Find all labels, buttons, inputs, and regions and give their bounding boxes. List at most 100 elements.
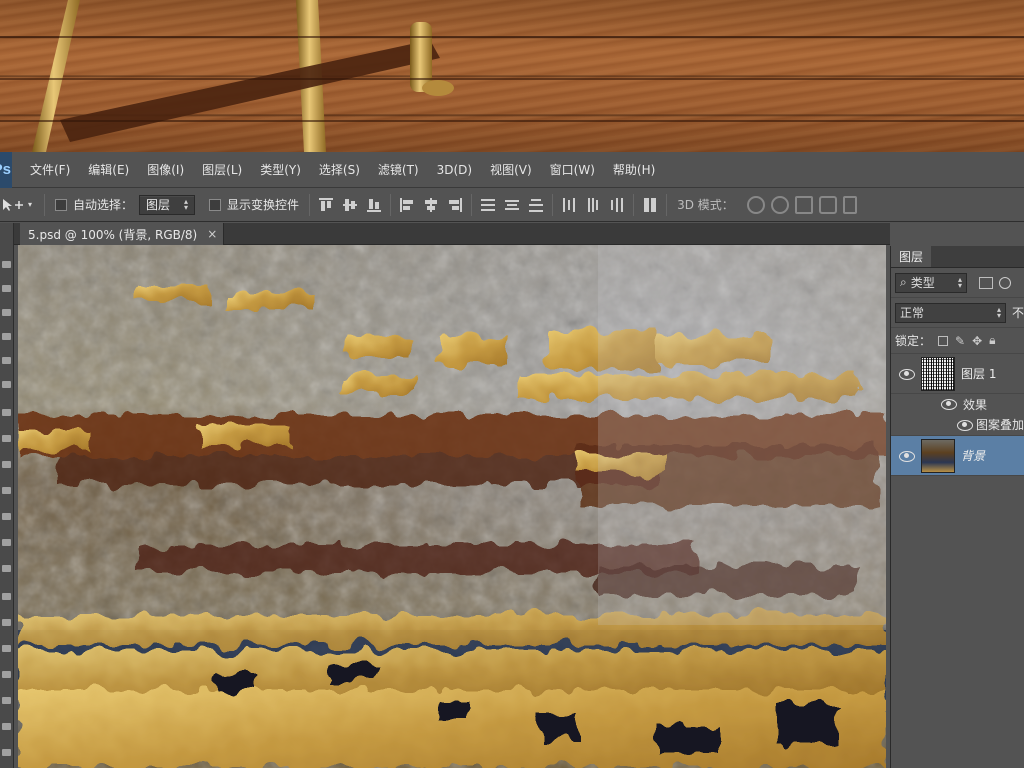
tool-icon[interactable]	[2, 539, 11, 546]
3d-slide-icon[interactable]	[818, 195, 837, 214]
tool-icon[interactable]	[2, 333, 11, 340]
distribute-vcenter-icon[interactable]	[504, 197, 520, 213]
tool-preset-picker[interactable]: ▾	[0, 188, 40, 222]
tool-icon[interactable]	[2, 671, 11, 678]
align-left-icon[interactable]	[399, 197, 415, 213]
3d-rotate-icon[interactable]	[746, 195, 765, 214]
3d-roll-icon[interactable]	[770, 195, 789, 214]
effects-label: 效果	[963, 397, 988, 412]
menu-file[interactable]: 文件(F)	[24, 152, 76, 188]
filter-adjustment-icon[interactable]	[999, 276, 1011, 289]
3d-scale-icon[interactable]	[842, 195, 857, 214]
tool-icon[interactable]	[2, 565, 11, 572]
divider	[666, 193, 668, 216]
lock-label: 锁定：	[895, 334, 932, 348]
ps-logo-icon: Ps	[0, 151, 12, 188]
3d-pan-icon[interactable]	[794, 195, 813, 214]
layer-filter-row: ⌕ 类型 ▴ ▾	[891, 268, 1024, 298]
lock-all-icon[interactable]: 🔒︎	[989, 333, 995, 348]
pattern-overlay-effect-row[interactable]: 图案叠加	[891, 414, 1024, 436]
align-bottom-icon[interactable]	[366, 197, 382, 213]
menu-layer[interactable]: 图层(L)	[196, 152, 248, 188]
menu-filter[interactable]: 滤镜(T)	[372, 152, 425, 188]
layer-thumbnail	[921, 438, 955, 473]
distribute-bottom-icon[interactable]	[528, 197, 544, 213]
stepper-arrows-icon: ▴ ▾	[184, 196, 189, 212]
menu-edit[interactable]: 编辑(E)	[82, 152, 135, 188]
show-transform-label: 显示变换控件	[227, 198, 300, 212]
filter-pixel-icon[interactable]	[979, 276, 993, 289]
lock-position-icon[interactable]: ✥	[972, 334, 982, 348]
divider	[552, 193, 554, 216]
blend-mode-value: 正常	[900, 306, 925, 320]
divider	[44, 193, 45, 216]
tool-icon[interactable]	[2, 381, 11, 388]
stepper-arrows-icon: ▴ ▾	[996, 304, 1001, 320]
align-vcenter-icon[interactable]	[342, 197, 358, 213]
layers-tab[interactable]: 图层	[891, 245, 932, 267]
align-top-icon[interactable]	[318, 197, 334, 213]
divider	[471, 193, 473, 216]
distribute-hcenter-icon[interactable]	[585, 197, 601, 213]
layer-effects-row[interactable]: 效果	[891, 394, 1024, 414]
auto-align-icon[interactable]	[642, 197, 658, 213]
move-tool-icon	[3, 198, 23, 211]
visibility-eye-icon[interactable]	[899, 368, 915, 380]
auto-select-checkbox[interactable]	[55, 198, 67, 211]
menu-type[interactable]: 类型(Y)	[254, 152, 307, 188]
tool-icon[interactable]	[2, 409, 11, 416]
layers-panel: 图层 ⌕ 类型 ▴ ▾ 正常 ▴ ▾ 不 锁定： ✎ ✥ 🔒︎ 图层 1 效果 …	[890, 245, 1024, 768]
layers-panel-header: 图层	[891, 245, 1024, 268]
tool-icon[interactable]	[2, 435, 11, 442]
tool-icon[interactable]	[2, 513, 11, 520]
tool-icon[interactable]	[2, 619, 11, 626]
tool-icon[interactable]	[2, 461, 11, 468]
layer-item[interactable]: 图层 1	[891, 354, 1024, 394]
visibility-eye-icon[interactable]	[957, 419, 973, 431]
menu-window[interactable]: 窗口(W)	[544, 152, 601, 188]
distribute-left-icon[interactable]	[561, 197, 577, 213]
document-canvas[interactable]	[18, 245, 886, 768]
tool-icon[interactable]	[2, 749, 11, 756]
tool-icon[interactable]	[2, 697, 11, 704]
align-hcenter-icon[interactable]	[423, 197, 439, 213]
lock-transparent-icon[interactable]	[938, 335, 949, 346]
divider	[390, 193, 392, 216]
close-icon[interactable]: ×	[207, 227, 217, 241]
document-tab-bar: 5.psd @ 100% (背景, RGB/8) ×	[14, 223, 890, 245]
auto-select-dropdown[interactable]: 图层 ▴ ▾	[139, 194, 196, 215]
tool-icon[interactable]	[2, 723, 11, 730]
divider	[309, 193, 311, 216]
tool-icon[interactable]	[2, 357, 11, 364]
distribute-top-icon[interactable]	[480, 197, 496, 213]
align-right-icon[interactable]	[447, 197, 463, 213]
distribute-right-icon[interactable]	[609, 197, 625, 213]
canvas-artwork	[18, 245, 886, 768]
visibility-eye-icon[interactable]	[899, 450, 915, 462]
visibility-eye-icon[interactable]	[941, 399, 957, 410]
menu-3d[interactable]: 3D(D)	[431, 152, 478, 188]
tool-icon[interactable]	[2, 285, 11, 292]
menu-help[interactable]: 帮助(H)	[607, 152, 661, 188]
blend-mode-dropdown[interactable]: 正常 ▴ ▾	[895, 302, 1006, 323]
tool-icon[interactable]	[2, 645, 11, 652]
auto-select-label: 自动选择：	[73, 198, 134, 212]
tool-icon[interactable]	[2, 309, 11, 316]
show-transform-checkbox[interactable]	[209, 198, 222, 211]
tool-icon[interactable]	[2, 593, 11, 600]
menu-bar: Ps 文件(F) 编辑(E) 图像(I) 图层(L) 类型(Y) 选择(S) 滤…	[0, 151, 1024, 188]
tool-icon[interactable]	[2, 261, 11, 268]
menu-view[interactable]: 视图(V)	[484, 152, 538, 188]
pattern-overlay-label: 图案叠加	[975, 418, 1024, 432]
divider	[633, 193, 635, 216]
document-tab[interactable]: 5.psd @ 100% (背景, RGB/8) ×	[20, 223, 224, 245]
stepper-arrows-icon: ▴ ▾	[957, 274, 962, 290]
layer-filter-dropdown[interactable]: ⌕ 类型 ▴ ▾	[895, 272, 967, 293]
menu-select[interactable]: 选择(S)	[313, 152, 366, 188]
lock-image-icon[interactable]: ✎	[955, 334, 965, 348]
background-photo	[0, 0, 1024, 152]
layer-item-selected[interactable]: 背景	[891, 436, 1024, 476]
options-bar: ▾ 自动选择： 图层 ▴ ▾ 显示变换控件 3D 模式：	[0, 188, 1024, 222]
tool-icon[interactable]	[2, 487, 11, 494]
menu-image[interactable]: 图像(I)	[141, 152, 190, 188]
